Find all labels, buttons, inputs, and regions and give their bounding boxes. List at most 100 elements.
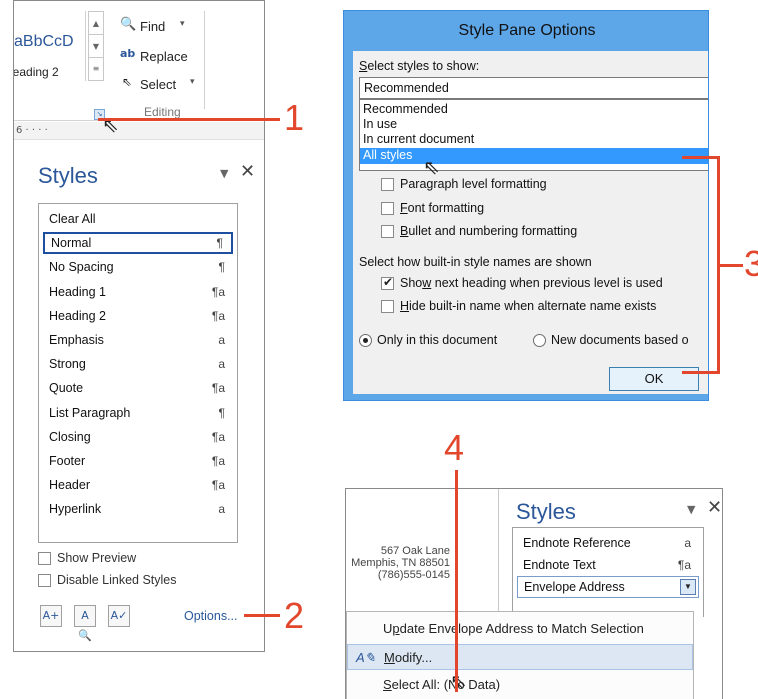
style-label: Envelope Address bbox=[524, 580, 625, 594]
style-item[interactable]: Quote ¶a bbox=[43, 377, 233, 399]
checkbox-box bbox=[381, 178, 394, 192]
find-label: Find bbox=[140, 19, 166, 34]
mouse-pointer-icon: ⇖ bbox=[423, 155, 440, 179]
replace-label: Replace bbox=[140, 49, 188, 64]
style-item[interactable]: Emphasis a bbox=[43, 329, 233, 351]
show-preview-checkbox[interactable]: Show Preview bbox=[38, 551, 137, 566]
style-type-icon: ¶ bbox=[216, 236, 223, 251]
style-label: Endnote Reference bbox=[523, 536, 631, 550]
replace-button[interactable]: ab Replace bbox=[120, 47, 260, 67]
disable-linked-checkbox[interactable]: Disable Linked Styles bbox=[38, 573, 177, 588]
dialog-body: Select styles to show: Recommended Recom… bbox=[353, 51, 708, 394]
callout-4-line bbox=[455, 470, 458, 692]
styles-list: Clear All Normal ¶ No Spacing ¶ Heading 1 ¶a He… bbox=[38, 203, 238, 543]
document-divider bbox=[498, 489, 499, 619]
style-item[interactable]: Normal ¶ bbox=[43, 232, 233, 255]
editing-group-label: Editing bbox=[144, 105, 181, 119]
menu-accel: p bbox=[392, 621, 400, 636]
radio-label: Only in this document bbox=[377, 333, 498, 347]
style-label: Footer bbox=[49, 454, 86, 468]
style-type-icon: ¶a bbox=[211, 454, 225, 468]
style-item[interactable]: Heading 2 ¶a bbox=[43, 305, 233, 327]
style-item[interactable]: Hyperlink a bbox=[43, 498, 233, 520]
style-label: Quote bbox=[49, 381, 84, 396]
heading2-preview[interactable]: leading 2 bbox=[14, 65, 59, 79]
style-item[interactable]: Footer ¶a bbox=[43, 450, 233, 472]
show-next-heading-checkbox[interactable]: Show next heading when previous level is… bbox=[381, 275, 663, 291]
style-item-endnote-text[interactable]: Endnote Text ¶a bbox=[517, 554, 699, 576]
style-context-menu: Update Envelope Address to Match Selecti… bbox=[346, 611, 694, 699]
style-type-icon: ¶ bbox=[218, 405, 225, 420]
select-styles-dropdown[interactable]: Recommended bbox=[359, 77, 708, 99]
option-recommended[interactable]: Recommended bbox=[360, 102, 708, 116]
font-formatting-checkbox[interactable]: Font formatting bbox=[381, 201, 485, 216]
style-label: No Spacing bbox=[49, 260, 114, 275]
style-item[interactable]: Closing ¶a bbox=[43, 426, 233, 448]
style-type-icon: ¶a bbox=[211, 381, 225, 396]
radio-label: New documents based o bbox=[551, 333, 689, 347]
style-dropdown-button[interactable]: ▼ bbox=[680, 579, 696, 595]
checkbox-accel: H bbox=[400, 299, 410, 313]
styles-pane-window: aBbCcD leading 2 ▲ ▼ ≡ ↘ 🔍 Find ▾ ab Rep… bbox=[13, 0, 265, 652]
mouse-pointer-icon: ⇖ bbox=[102, 113, 119, 137]
checkbox-label: Sho bbox=[400, 276, 423, 290]
checkbox-label: Paragraph level formatting bbox=[400, 177, 547, 191]
checkbox-label: ont formatting bbox=[407, 201, 485, 215]
checkbox-box bbox=[38, 574, 51, 588]
style-type-icon: a bbox=[684, 536, 691, 550]
manage-styles-button[interactable]: A✓ bbox=[108, 605, 130, 627]
style-item-envelope-address[interactable]: Envelope Address ▼ bbox=[517, 576, 699, 598]
option-all-styles[interactable]: All styles bbox=[360, 148, 708, 164]
new-documents-radio[interactable]: New documents based o bbox=[533, 333, 689, 348]
checkbox-box bbox=[381, 202, 394, 216]
pane-menu-chevron-icon[interactable]: ▼ bbox=[220, 167, 228, 180]
find-button[interactable]: 🔍 Find ▾ bbox=[120, 17, 260, 37]
menu-accel: S bbox=[383, 677, 392, 692]
style-item-endnote-reference[interactable]: Endnote Reference a bbox=[517, 532, 699, 554]
checkbox-label: next heading when previous level is used bbox=[431, 276, 663, 290]
style-inspector-button[interactable]: A🔍 bbox=[74, 605, 96, 642]
options-link[interactable]: Options... bbox=[184, 609, 238, 623]
new-style-icon: A+ bbox=[42, 609, 60, 622]
close-icon[interactable]: ✕ bbox=[707, 497, 722, 518]
menu-modify[interactable]: A✎ Modify... bbox=[347, 644, 693, 670]
ruler-number: 6 bbox=[16, 125, 23, 136]
style-item[interactable]: Strong a bbox=[43, 353, 233, 375]
chevron-down-icon: ▾ bbox=[190, 77, 195, 87]
option-in-current-document[interactable]: In current document bbox=[360, 132, 708, 146]
option-in-use[interactable]: In use bbox=[360, 117, 708, 131]
style-item[interactable]: List Paragraph ¶ bbox=[43, 402, 233, 424]
select-button[interactable]: ⇖ Select ▾ bbox=[120, 75, 260, 95]
gallery-down-button[interactable]: ▼ bbox=[89, 35, 103, 58]
radio-circle bbox=[533, 334, 546, 348]
new-style-button[interactable]: A+ bbox=[40, 605, 62, 627]
close-icon[interactable]: ✕ bbox=[240, 161, 255, 182]
address-line: Memphis, TN 88501 bbox=[351, 557, 450, 569]
ruler: 6 · · · · bbox=[14, 122, 264, 140]
style-preview-text[interactable]: aBbCcD bbox=[14, 33, 74, 51]
chevron-down-icon: ▾ bbox=[180, 19, 185, 29]
hide-builtin-name-checkbox[interactable]: Hide built-in name when alternate name e… bbox=[381, 299, 656, 314]
menu-select-all[interactable]: Select All: (No Data) bbox=[347, 672, 693, 698]
style-item[interactable]: Heading 1 ¶a bbox=[43, 281, 233, 303]
style-item[interactable]: No Spacing ¶ bbox=[43, 256, 233, 278]
bullet-formatting-checkbox[interactable]: Bullet and numbering formatting bbox=[381, 224, 577, 239]
style-label: Heading 1 bbox=[49, 284, 106, 299]
manage-styles-icon: A✓ bbox=[110, 609, 128, 622]
disable-linked-label: Disable Linked Styles bbox=[57, 573, 177, 587]
callout-3-line-stub bbox=[717, 264, 743, 267]
style-label: Normal bbox=[51, 236, 92, 251]
paragraph-formatting-checkbox[interactable]: Paragraph level formatting bbox=[381, 177, 547, 192]
only-this-document-radio[interactable]: Only in this document bbox=[359, 333, 498, 348]
callout-2-number: 2 bbox=[284, 595, 305, 636]
ok-label: OK bbox=[644, 371, 664, 386]
callout-3-line-top bbox=[682, 156, 720, 159]
show-preview-label: Show Preview bbox=[57, 551, 137, 565]
style-item[interactable]: Header ¶a bbox=[43, 474, 233, 496]
gallery-up-button[interactable]: ▲ bbox=[89, 12, 103, 35]
menu-update-to-match[interactable]: Update Envelope Address to Match Selecti… bbox=[347, 616, 693, 642]
checkbox-box bbox=[381, 225, 394, 239]
gallery-more-button[interactable]: ≡ bbox=[89, 58, 103, 80]
pane-menu-chevron-icon[interactable]: ▼ bbox=[687, 503, 695, 516]
style-item[interactable]: Clear All bbox=[43, 208, 233, 230]
